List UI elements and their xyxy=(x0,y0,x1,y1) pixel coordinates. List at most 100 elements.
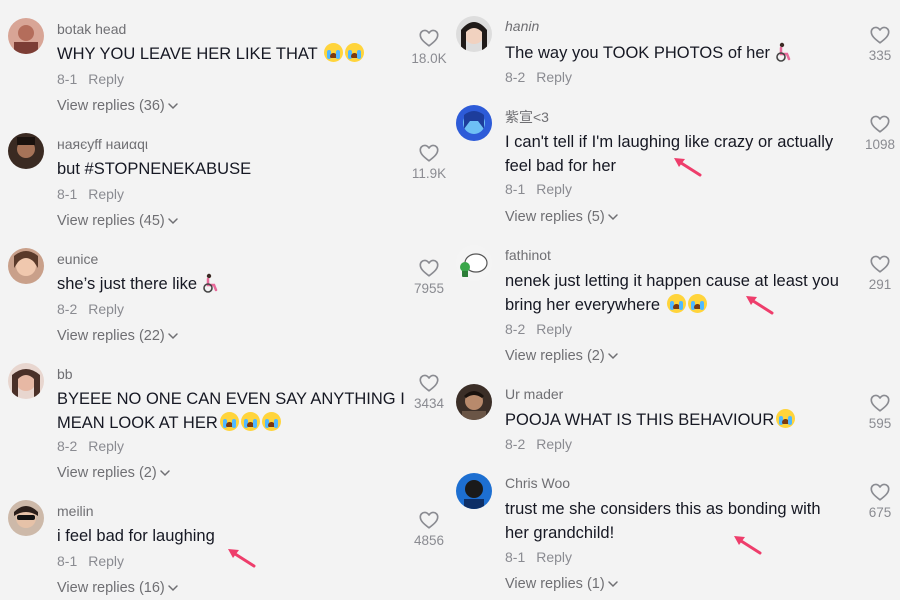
like-count: 7955 xyxy=(413,281,445,296)
reply-button[interactable]: Reply xyxy=(88,71,124,87)
like-button[interactable]: 11.9K xyxy=(405,142,453,181)
view-replies-button[interactable]: View replies (36) xyxy=(57,98,179,114)
avatar[interactable] xyxy=(8,363,44,399)
like-button[interactable]: 7955 xyxy=(405,257,453,296)
chevron-down-icon xyxy=(167,582,179,594)
annotation-arrow-icon xyxy=(742,291,776,317)
reply-button[interactable]: Reply xyxy=(88,301,124,317)
heart-icon xyxy=(418,257,440,279)
like-button[interactable]: 4856 xyxy=(405,509,453,548)
view-replies-button[interactable]: View replies (1) xyxy=(505,576,619,592)
username[interactable]: eunice xyxy=(57,251,98,267)
reply-button[interactable]: Reply xyxy=(88,186,124,202)
view-replies-button[interactable]: View replies (2) xyxy=(57,465,171,481)
chevron-down-icon xyxy=(607,350,619,362)
like-button[interactable]: 335 xyxy=(856,24,900,63)
comments-column-right: hanin The way you TOOK PHOTOS of her 8-2… xyxy=(448,0,900,600)
comment-date: 8-2 xyxy=(505,321,526,337)
comment-meta: 8-2 Reply xyxy=(57,438,124,454)
comment-meta: 8-1 Reply xyxy=(505,181,572,197)
comment-meta: 8-1 Reply xyxy=(57,186,124,202)
avatar[interactable] xyxy=(8,248,44,284)
comment-meta: 8-1 Reply xyxy=(57,71,124,87)
crying-emoji-icon xyxy=(666,294,686,313)
like-button[interactable]: 18.0K xyxy=(405,27,453,66)
comment-text: POOJA WHAT IS THIS BEHAVIOUR xyxy=(505,408,796,432)
comment-date: 8-1 xyxy=(57,71,78,87)
view-replies-button[interactable]: View replies (22) xyxy=(57,328,179,344)
reply-button[interactable]: Reply xyxy=(536,549,572,565)
like-count: 1098 xyxy=(864,137,896,152)
username[interactable]: 紫宣<3 xyxy=(505,107,549,127)
heart-icon xyxy=(418,142,440,164)
comment-date: 8-1 xyxy=(57,186,78,202)
view-replies-button[interactable]: View replies (2) xyxy=(505,348,619,364)
username[interactable]: Ur mader xyxy=(505,386,563,402)
chevron-down-icon xyxy=(167,215,179,227)
avatar[interactable] xyxy=(8,500,44,536)
reply-button[interactable]: Reply xyxy=(536,321,572,337)
avatar[interactable] xyxy=(456,384,492,420)
like-count: 18.0K xyxy=(411,51,447,66)
like-button[interactable]: 291 xyxy=(856,253,900,292)
annotation-arrow-icon xyxy=(224,544,258,570)
like-count: 4856 xyxy=(413,533,445,548)
reply-button[interactable]: Reply xyxy=(536,436,572,452)
heart-icon xyxy=(869,481,891,503)
username[interactable]: meilin xyxy=(57,503,94,519)
username[interactable]: hanin xyxy=(505,18,539,34)
like-button[interactable]: 595 xyxy=(856,392,900,431)
comment-text: nenek just letting it happen cause at le… xyxy=(505,272,839,314)
username[interactable]: Chris Woo xyxy=(505,475,570,491)
comment-date: 8-2 xyxy=(57,301,78,317)
comment-date: 8-2 xyxy=(505,69,526,85)
crying-emoji-icon xyxy=(324,43,344,62)
wheelchair-emoji-icon xyxy=(773,42,793,62)
view-replies-button[interactable]: View replies (45) xyxy=(57,213,179,229)
heart-icon xyxy=(418,372,440,394)
heart-icon xyxy=(418,509,440,531)
reply-button[interactable]: Reply xyxy=(88,553,124,569)
username[interactable]: botak head xyxy=(57,21,126,37)
avatar[interactable] xyxy=(456,105,492,141)
comment-text: she’s just there like xyxy=(57,272,220,296)
view-replies-button[interactable]: View replies (16) xyxy=(57,580,179,596)
avatar[interactable] xyxy=(8,18,44,54)
like-button[interactable]: 675 xyxy=(856,481,900,520)
heart-icon xyxy=(869,392,891,414)
comment-date: 8-1 xyxy=(505,549,526,565)
comments-column-left: botak head WHY YOU LEAVE HER LIKE THAT 8… xyxy=(0,0,448,600)
avatar[interactable] xyxy=(8,133,44,169)
comment-meta: 8-2 Reply xyxy=(505,321,572,337)
comment-date: 8-2 xyxy=(57,438,78,454)
annotation-arrow-icon xyxy=(670,153,704,179)
reply-button[interactable]: Reply xyxy=(536,69,572,85)
avatar[interactable] xyxy=(456,473,492,509)
reply-button[interactable]: Reply xyxy=(88,438,124,454)
avatar[interactable] xyxy=(456,245,492,281)
crying-emoji-icon xyxy=(687,294,707,313)
crying-emoji-icon xyxy=(219,412,239,431)
like-button[interactable]: 1098 xyxy=(856,113,900,152)
like-count: 595 xyxy=(868,416,892,431)
username[interactable]: наяєуff наиαqι xyxy=(57,136,148,152)
heart-icon xyxy=(869,253,891,275)
username[interactable]: fathinot xyxy=(505,247,551,263)
chevron-down-icon xyxy=(167,100,179,112)
reply-button[interactable]: Reply xyxy=(536,181,572,197)
chevron-down-icon xyxy=(167,330,179,342)
like-count: 335 xyxy=(868,48,892,63)
username[interactable]: bb xyxy=(57,366,73,382)
avatar[interactable] xyxy=(456,16,492,52)
crying-emoji-icon xyxy=(776,409,796,428)
comment-date: 8-1 xyxy=(505,181,526,197)
heart-icon xyxy=(869,113,891,135)
comment-meta: 8-2 Reply xyxy=(505,436,572,452)
comment-meta: 8-2 Reply xyxy=(57,301,124,317)
view-replies-button[interactable]: View replies (5) xyxy=(505,209,619,225)
comment-text: BYEEE NO ONE CAN EVEN SAY ANYTHING I MEAN… xyxy=(57,390,405,432)
chevron-down-icon xyxy=(607,578,619,590)
crying-emoji-icon xyxy=(261,412,281,431)
heart-icon xyxy=(418,27,440,49)
like-button[interactable]: 3434 xyxy=(405,372,453,411)
